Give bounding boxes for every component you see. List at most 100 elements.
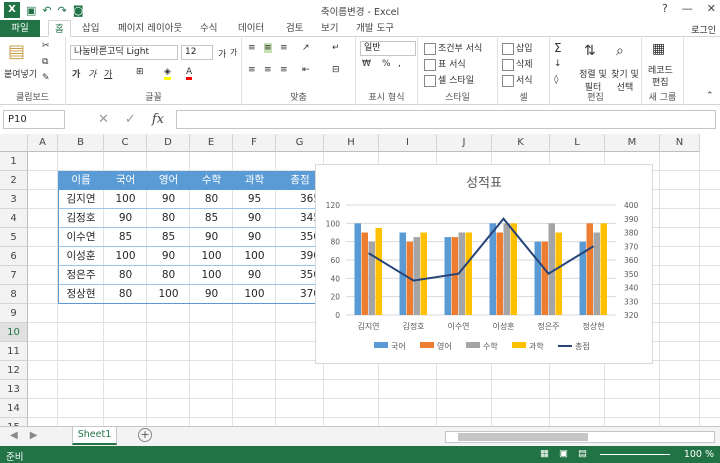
tab-view[interactable]: 보기 [315,20,344,37]
zoom-slider[interactable] [600,454,670,455]
sort-filter-icon[interactable]: ⇅ [584,43,596,59]
merge-center-icon[interactable]: ⊟ [332,65,340,75]
row-header[interactable]: 12 [0,361,28,380]
paste-button[interactable]: 붙여넣기 [4,67,37,80]
row-header[interactable]: 14 [0,399,28,418]
paste-icon[interactable]: ▤ [8,41,25,62]
format-table-button[interactable]: 표 서식 [424,57,466,71]
page-break-view-icon[interactable]: ▤ [578,448,587,459]
column-header[interactable]: J [437,134,492,152]
row-header[interactable]: 2 [0,171,28,190]
page-layout-view-icon[interactable]: ▣ [559,448,568,459]
horizontal-scrollbar[interactable] [445,431,715,443]
column-header[interactable]: G [276,134,324,152]
sheet-tab[interactable]: Sheet1 [72,427,117,445]
delete-cells-button[interactable]: 삭제 [502,57,533,71]
tab-file[interactable]: 파일 [0,20,40,37]
name-box[interactable]: P10 [3,110,65,129]
tab-insert[interactable]: 삽입 [76,20,105,37]
shrink-font-button[interactable]: 가 [230,47,237,58]
align-bottom-icon[interactable]: ≡ [280,43,288,53]
align-left-icon[interactable]: ≡ [248,65,256,75]
column-header[interactable]: E [190,134,233,152]
column-header[interactable]: D [147,134,190,152]
font-size-combo[interactable]: 12 [181,45,213,60]
tab-review[interactable]: 검토 [280,20,309,37]
autosum-icon[interactable]: Σ [554,41,562,55]
formula-input[interactable] [176,110,716,129]
zoom-level[interactable]: 100 % [684,449,714,460]
underline-button[interactable]: 가 [104,67,112,80]
copy-icon[interactable]: ⧉ [42,57,48,67]
column-header[interactable]: A [28,134,58,152]
fill-color-icon[interactable]: ◈ [164,67,171,80]
row-header[interactable]: 11 [0,342,28,361]
column-header[interactable]: B [58,134,104,152]
row-header[interactable]: 1 [0,152,28,171]
select-all-corner[interactable] [0,134,28,152]
insert-function-button[interactable]: fx [152,112,164,127]
bold-button[interactable]: 가 [72,67,80,80]
tab-data[interactable]: 데이터 [232,20,270,37]
format-painter-icon[interactable]: ✎ [42,73,50,83]
column-header[interactable]: K [492,134,550,152]
record-form-label2[interactable]: 편집 [652,75,669,88]
clear-icon[interactable]: ◊ [554,75,558,85]
cancel-icon[interactable]: ✕ [98,112,109,127]
column-header[interactable]: M [605,134,660,152]
column-header[interactable]: C [104,134,147,152]
currency-icon[interactable]: ₩ [362,59,371,69]
row-header[interactable]: 4 [0,209,28,228]
collapse-ribbon-icon[interactable]: ⌃ [706,91,714,101]
next-sheet-icon[interactable]: ▶ [30,430,38,441]
format-cells-button[interactable]: 서식 [502,73,533,87]
column-header[interactable]: N [660,134,700,152]
minimize-icon[interactable]: — [682,2,693,15]
cell-styles-button[interactable]: 셀 스타일 [424,73,474,87]
cut-icon[interactable]: ✂ [42,41,50,51]
insert-cells-button[interactable]: 삽입 [502,41,533,55]
row-header[interactable]: 5 [0,228,28,247]
find-select-icon[interactable]: ⌕ [616,43,624,59]
tab-page-layout[interactable]: 페이지 레이아웃 [112,20,188,37]
row-header[interactable]: 13 [0,380,28,399]
row-header[interactable]: 7 [0,266,28,285]
row-header[interactable]: 8 [0,285,28,304]
row-header[interactable]: 15 [0,418,28,426]
add-sheet-icon[interactable]: + [138,428,152,442]
row-header[interactable]: 10 [0,323,28,342]
enter-icon[interactable]: ✓ [125,112,136,127]
indent-icon[interactable]: ⇤ [302,65,310,75]
align-right-icon[interactable]: ≡ [280,65,288,75]
italic-button[interactable]: 가 [88,67,96,80]
row-header[interactable]: 9 [0,304,28,323]
fill-icon[interactable]: ↓ [554,59,562,69]
tab-formulas[interactable]: 수식 [194,20,223,37]
align-top-icon[interactable]: ≡ [248,43,256,53]
close-icon[interactable]: ✕ [707,2,716,15]
conditional-format-button[interactable]: 조건부 서식 [424,41,482,55]
column-header[interactable]: I [379,134,437,152]
sign-in-link[interactable]: 로그인 [691,23,716,36]
tab-home[interactable]: 홈 [48,20,71,37]
align-middle-icon[interactable]: ≡ [264,43,272,53]
comma-icon[interactable]: , [398,59,401,69]
grow-font-button[interactable]: 가 [218,47,226,60]
column-header[interactable]: F [233,134,276,152]
prev-sheet-icon[interactable]: ◀ [10,430,18,441]
row-header[interactable]: 6 [0,247,28,266]
border-icon[interactable]: ⊞ [136,67,144,77]
align-center-icon[interactable]: ≡ [264,65,272,75]
number-format-combo[interactable]: 일반 [360,41,416,56]
orientation-icon[interactable]: ↗ [302,43,310,53]
percent-icon[interactable]: % [382,59,391,69]
font-color-icon[interactable]: A [186,67,193,80]
tab-developer[interactable]: 개발 도구 [350,20,400,37]
row-header[interactable]: 3 [0,190,28,209]
scroll-thumb[interactable] [458,433,588,441]
normal-view-icon[interactable]: ▦ [540,448,549,459]
record-form-icon[interactable]: ▦ [652,41,665,57]
column-header[interactable]: L [550,134,605,152]
column-header[interactable]: H [324,134,379,152]
help-icon[interactable]: ? [662,2,668,15]
